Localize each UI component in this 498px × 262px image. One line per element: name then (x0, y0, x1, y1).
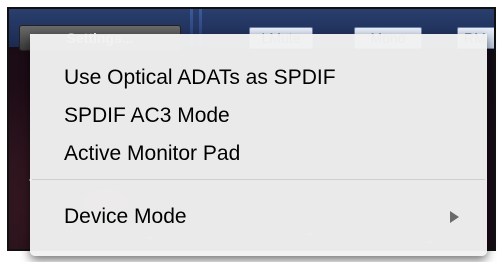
menu-separator (32, 179, 485, 180)
menu-item-use-optical-adats-as-spdif[interactable]: Use Optical ADATs as SPDIF (30, 60, 487, 96)
menu-item-device-mode[interactable]: Device Mode (30, 199, 487, 235)
menu-item-device-mode-label: Device Mode (64, 205, 187, 228)
menu-item-spdif-ac3-mode[interactable]: SPDIF AC3 Mode (30, 98, 487, 134)
settings-dropdown-menu: Use Optical ADATs as SPDIF SPDIF AC3 Mod… (30, 34, 487, 256)
chevron-right-icon (450, 211, 459, 223)
menu-item-active-monitor-pad[interactable]: Active Monitor Pad (30, 136, 487, 172)
screenshot-frame: Settings... LMute Mono RM Use Optical AD… (0, 0, 498, 262)
